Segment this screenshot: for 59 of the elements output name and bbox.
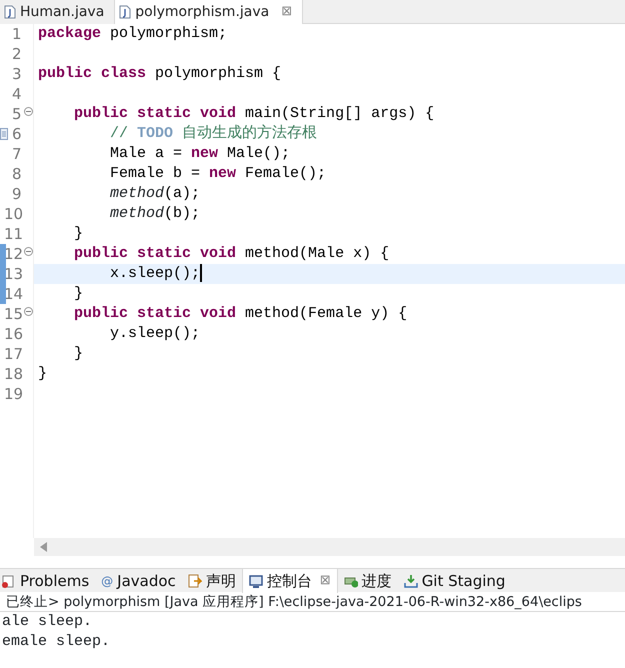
code-line: method(a); <box>109 185 200 202</box>
code-line: public static void method(Female y) { <box>73 305 408 322</box>
line-number: 9 <box>12 185 22 203</box>
code-line: } <box>73 285 84 302</box>
line-number: 5 <box>12 105 22 123</box>
line-number: 1 <box>12 25 22 43</box>
code-line: Male a = new Male(); <box>109 145 290 162</box>
code-line: Female b = new Female(); <box>109 165 326 182</box>
line-number: 18 <box>4 365 24 383</box>
editor-tab[interactable]: polymorphism.java ⊠ <box>115 0 304 24</box>
line-number: 3 <box>12 65 22 83</box>
line-number: 16 <box>4 325 24 343</box>
code-line: } <box>73 345 84 362</box>
view-tab[interactable]: 控制台 ⊠ <box>242 569 338 593</box>
console-icon <box>248 574 263 588</box>
java-file-icon <box>119 5 132 19</box>
line-number: 6 <box>12 125 22 143</box>
line-number: 2 <box>12 45 22 63</box>
view-tab[interactable]: 声明 <box>182 569 242 593</box>
line-number: 8 <box>12 165 22 183</box>
code-line: } <box>38 365 48 382</box>
collapse-icon[interactable] <box>24 307 33 316</box>
console-output-line: ale sleep. <box>1 612 94 632</box>
declaration-icon <box>188 574 202 588</box>
code-line: x.sleep(); <box>109 265 200 282</box>
code-line: } <box>73 225 84 242</box>
collapse-icon[interactable] <box>24 107 33 116</box>
code-line: public static void method(Male x) { <box>73 245 390 262</box>
text-cursor <box>200 264 202 282</box>
line-number: 12 <box>4 245 24 263</box>
line-number: 7 <box>12 145 22 163</box>
code-line: public class polymorphism { <box>38 65 282 82</box>
code-line: method(b); <box>109 205 200 222</box>
code-line: package polymorphism; <box>38 25 228 42</box>
view-tab[interactable]: Git Staging <box>398 569 512 593</box>
git-icon <box>404 574 418 588</box>
line-number: 10 <box>4 205 24 223</box>
console-output-line: emale sleep. <box>1 632 112 652</box>
java-file-icon <box>4 5 16 19</box>
editor-tab[interactable]: Human.java <box>0 0 116 24</box>
collapse-icon[interactable] <box>24 247 33 256</box>
problems-icon <box>2 574 16 588</box>
line-number: 13 <box>4 265 24 283</box>
view-tab[interactable]: 进度 <box>338 569 398 593</box>
scroll-left-icon[interactable] <box>40 542 48 552</box>
at-sign-icon: @ <box>101 572 114 590</box>
code-line: y.sleep(); <box>109 325 200 342</box>
line-number: 14 <box>4 285 24 303</box>
close-button[interactable]: ⊠ <box>320 571 331 591</box>
line-number: 11 <box>4 225 24 243</box>
line-number: 15 <box>4 305 24 323</box>
line-number: 4 <box>12 85 22 103</box>
line-number: 19 <box>4 385 24 403</box>
code-line: // TODO 自动生成的方法存根 <box>109 125 318 142</box>
line-number: 17 <box>4 345 24 363</box>
console-status: 已终止> polymorphism [Java 应用程序] F:\eclipse-java-2021-06-R-win32-x86_64\eclips <box>0 592 625 612</box>
code-line: public static void main(String[] args) { <box>73 105 434 122</box>
view-tab[interactable]: @ Javadoc <box>95 569 182 593</box>
close-button[interactable]: ⊠ <box>281 2 292 22</box>
